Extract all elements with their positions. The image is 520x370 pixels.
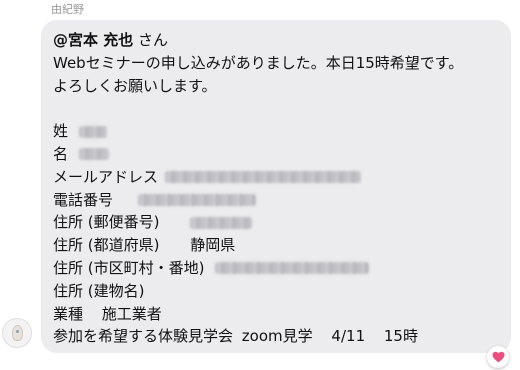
field-industry: 業種 施工業者 [53,303,511,326]
field-label: 参加を希望する体験見学会 [53,327,234,346]
event-date: 4/11 [331,327,366,346]
redacted-value [78,148,109,161]
field-value: 静岡県 [190,236,236,255]
sender-name: 由紀野 [51,3,84,16]
field-label: 住所 (郵便番号) [53,213,160,232]
sender-avatar[interactable] [2,318,32,348]
redacted-value [78,125,107,138]
field-label: 姓 [53,122,69,141]
field-postal-code: 住所 (郵便番号) [53,211,511,234]
avatar-figure-icon [12,325,23,341]
redacted-value [215,262,370,275]
field-building: 住所 (建物名) [53,280,511,303]
field-prefecture: 住所 (都道府県) 静岡県 [53,234,511,257]
redacted-value [190,216,253,229]
field-event: 参加を希望する体験見学会 zoom見学 4/11 15時 [53,325,511,348]
field-label: 電話番号 [53,190,114,209]
field-label: 住所 (市区町村・番地) [53,258,205,277]
field-label: 業種 [53,304,84,323]
field-last-name: 姓 [53,120,511,143]
mention-suffix: さん [133,31,169,49]
redacted-value [164,171,361,184]
field-email: メールアドレス [53,166,511,189]
message-text-line-1: Webセミナーの申し込みがありました。本日15時希望です。 [53,53,464,72]
redacted-value [137,194,256,207]
mention-line: @宮本 充也 さん [53,29,511,52]
field-label: 住所 (都道府県) [53,236,160,255]
field-label: 住所 (建物名) [53,281,145,300]
message-bubble[interactable]: @宮本 充也 さん Webセミナーの申し込みがありました。本日15時希望です。 … [41,20,511,353]
field-label: 名 [53,144,69,163]
message-text-line-2: よろしくお願いします。 [53,76,217,95]
event-time: 15時 [383,327,418,346]
field-first-name: 名 [53,143,511,166]
reaction-badge[interactable] [487,346,509,368]
field-city: 住所 (市区町村・番地) [53,257,511,280]
field-value: 施工業者 [101,304,162,323]
field-value: zoom見学 [241,327,313,346]
field-label: メールアドレス [53,167,159,186]
user-mention[interactable]: @宮本 充也 [53,31,133,49]
field-phone: 電話番号 [53,189,511,212]
heart-icon [492,351,504,363]
